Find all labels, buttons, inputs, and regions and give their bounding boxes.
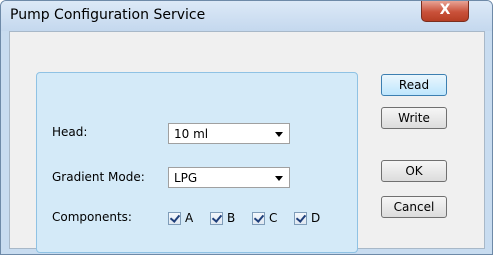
dialog-client-area: Head: 10 ml Gradient Mode: LPG Component… <box>9 31 485 253</box>
read-button[interactable]: Read <box>381 74 447 96</box>
checkbox-box[interactable] <box>168 212 181 225</box>
component-d-label: D <box>311 211 321 225</box>
checkbox-box[interactable] <box>294 212 307 225</box>
component-b-label: B <box>227 211 236 225</box>
cancel-button[interactable]: Cancel <box>381 196 447 218</box>
head-label: Head: <box>52 125 88 139</box>
ok-button[interactable]: OK <box>381 160 447 182</box>
write-button[interactable]: Write <box>381 107 447 129</box>
checkmark-icon <box>211 212 223 223</box>
settings-group: Head: 10 ml Gradient Mode: LPG Component… <box>36 72 358 253</box>
checkmark-icon <box>295 212 307 223</box>
checkbox-box[interactable] <box>210 212 223 225</box>
checkbox-box[interactable] <box>252 212 265 225</box>
checkmark-icon <box>169 212 181 223</box>
components-checkbox-group: A B C D <box>168 211 348 228</box>
component-a-label: A <box>185 211 194 225</box>
head-select[interactable]: 10 ml <box>168 123 290 144</box>
close-icon: X <box>439 2 451 18</box>
dialog-window: Pump Configuration Service X Head: 10 ml… <box>0 0 493 255</box>
component-c-label: C <box>269 211 278 225</box>
checkmark-icon <box>253 212 265 223</box>
window-title: Pump Configuration Service <box>10 7 206 23</box>
title-bar[interactable]: Pump Configuration Service X <box>1 1 492 31</box>
head-select-value: 10 ml <box>174 127 209 141</box>
gradient-mode-label: Gradient Mode: <box>52 170 145 184</box>
components-label: Components: <box>52 210 132 224</box>
gradient-mode-select[interactable]: LPG <box>168 167 290 188</box>
chevron-down-icon <box>275 132 283 137</box>
gradient-mode-select-value: LPG <box>174 171 198 185</box>
chevron-down-icon <box>275 176 283 181</box>
close-button[interactable]: X <box>421 1 469 22</box>
